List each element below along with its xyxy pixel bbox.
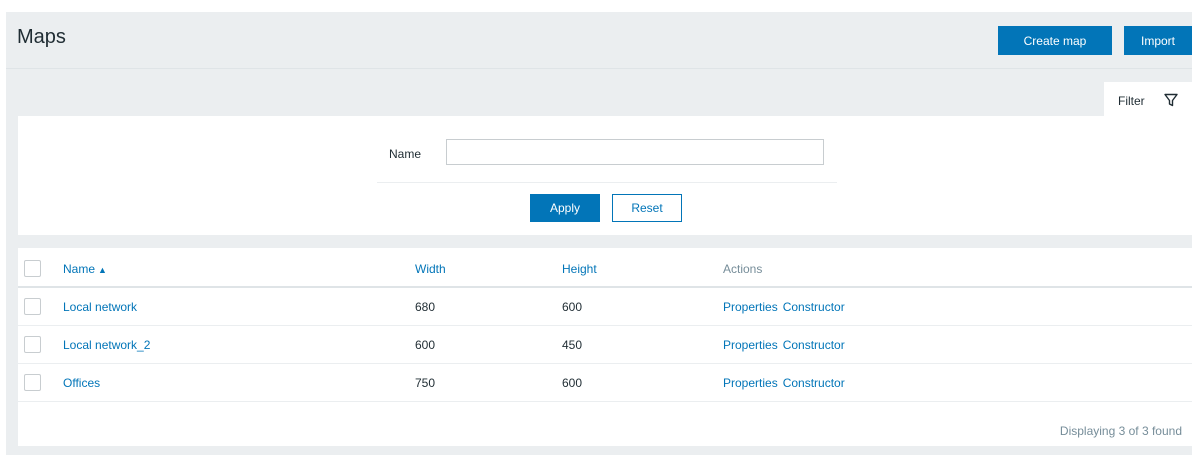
row-checkbox[interactable]: [24, 336, 41, 353]
row-checkbox[interactable]: [24, 374, 41, 391]
map-width: 750: [415, 376, 436, 390]
table-header-row: Name ▲ Width Height Actions: [18, 248, 1192, 288]
map-name-link[interactable]: Offices: [63, 376, 100, 390]
column-header-name[interactable]: Name ▲: [63, 262, 107, 276]
column-header-width[interactable]: Width: [415, 262, 446, 276]
table-row: Local network 680 600 Properties Construc…: [18, 288, 1192, 326]
filter-panel: Name Apply Reset: [18, 116, 1192, 235]
map-name-link[interactable]: Local network_2: [63, 338, 150, 352]
maps-table: Name ▲ Width Height Actions Local network…: [18, 248, 1192, 446]
map-height: 450: [562, 338, 583, 352]
page-title: Maps: [17, 26, 66, 48]
apply-button[interactable]: Apply: [530, 194, 600, 222]
reset-button[interactable]: Reset: [612, 194, 682, 222]
create-map-button[interactable]: Create map: [998, 26, 1112, 55]
row-actions: Properties Constructor: [723, 338, 850, 352]
row-checkbox[interactable]: [24, 298, 41, 315]
column-header-actions: Actions: [723, 262, 763, 276]
sort-ascending-icon: ▲: [98, 265, 107, 275]
select-all-checkbox[interactable]: [24, 260, 41, 277]
properties-link[interactable]: Properties: [723, 376, 778, 390]
map-width: 600: [415, 338, 436, 352]
maps-page: Maps Create map Import Filter Name Apply…: [6, 12, 1192, 455]
results-count: Displaying 3 of 3 found: [1059, 424, 1182, 438]
properties-link[interactable]: Properties: [723, 338, 778, 352]
map-name-link[interactable]: Local network: [63, 300, 137, 314]
filter-tab[interactable]: Filter: [1104, 82, 1192, 116]
row-actions: Properties Constructor: [723, 300, 850, 314]
name-filter-label: Name: [389, 147, 422, 161]
column-header-height[interactable]: Height: [562, 262, 597, 276]
properties-link[interactable]: Properties: [723, 300, 778, 314]
constructor-link[interactable]: Constructor: [783, 376, 845, 390]
table-row: Offices 750 600 Properties Constructor: [18, 364, 1192, 402]
map-width: 680: [415, 300, 436, 314]
header-divider: [6, 68, 1192, 69]
funnel-icon[interactable]: [1163, 92, 1179, 108]
map-height: 600: [562, 376, 583, 390]
column-header-name-label[interactable]: Name: [63, 262, 95, 276]
import-button[interactable]: Import: [1124, 26, 1192, 55]
constructor-link[interactable]: Constructor: [783, 300, 845, 314]
constructor-link[interactable]: Constructor: [783, 338, 845, 352]
row-actions: Properties Constructor: [723, 376, 850, 390]
table-row: Local network_2 600 450 Properties Constr…: [18, 326, 1192, 364]
filter-tab-label: Filter: [1118, 94, 1145, 108]
map-height: 600: [562, 300, 583, 314]
page-header: Maps Create map Import: [6, 12, 1192, 68]
filter-divider: [377, 182, 837, 183]
name-filter-input[interactable]: [446, 139, 824, 165]
